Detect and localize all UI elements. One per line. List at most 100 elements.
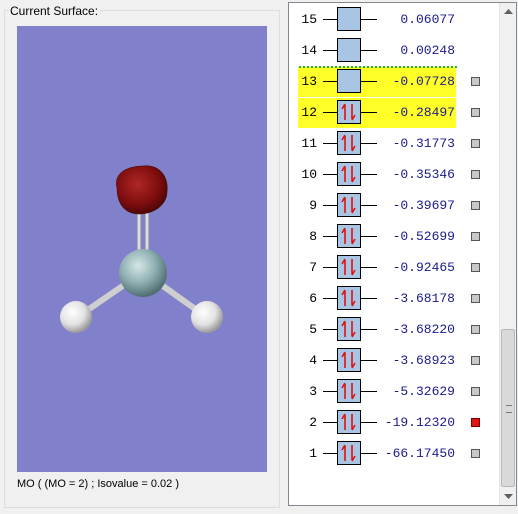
mo-level-line-left: [323, 236, 337, 237]
mo-level-line-left: [323, 112, 337, 113]
mo-index: 13: [301, 74, 317, 89]
electron-pair-icon: [341, 351, 356, 369]
mo-level-line-left: [323, 267, 337, 268]
surface-status-text: MO ( (MO = 2) ; Isovalue = 0.02 ): [17, 478, 179, 490]
electron-pair-icon: [341, 413, 356, 431]
mo-index: 2: [309, 415, 317, 430]
mo-row[interactable]: 14 0.00248: [289, 38, 499, 64]
mo-surface-checkbox[interactable]: [471, 418, 480, 427]
mo-energy: -0.28497: [392, 105, 455, 120]
mo-level-line-left: [323, 81, 337, 82]
mo-row[interactable]: 8 -0.52699: [289, 224, 499, 250]
mo-surface-checkbox[interactable]: [471, 356, 480, 365]
mo-row[interactable]: 9 -0.39697: [289, 193, 499, 219]
mo-surface-checkbox[interactable]: [471, 108, 480, 117]
mo-energy: -0.92465: [392, 260, 455, 275]
mo-surface-checkbox[interactable]: [471, 139, 480, 148]
mo-level-line-left: [323, 422, 337, 423]
occupied-orbital-box[interactable]: [337, 286, 361, 310]
mo-level-line-left: [323, 298, 337, 299]
mo-index: 1: [309, 446, 317, 461]
occupied-orbital-box[interactable]: [337, 224, 361, 248]
mo-index: 10: [301, 167, 317, 182]
occupied-orbital-box[interactable]: [337, 348, 361, 372]
mo-surface-checkbox[interactable]: [471, 325, 480, 334]
mo-row[interactable]: 11 -0.31773: [289, 131, 499, 157]
occupied-orbital-box[interactable]: [337, 441, 361, 465]
electron-pair-icon: [341, 258, 356, 276]
molecule-viewport[interactable]: [17, 26, 267, 472]
mo-level-line-left: [323, 143, 337, 144]
virtual-orbital-box[interactable]: [337, 69, 361, 93]
mo-row[interactable]: 1 -66.17450: [289, 441, 499, 467]
mo-surface-checkbox[interactable]: [471, 232, 480, 241]
mo-energy: -0.31773: [392, 136, 455, 151]
mo-index: 8: [309, 229, 317, 244]
mo-row[interactable]: 6 -3.68178: [289, 286, 499, 312]
mo-index: 12: [301, 105, 317, 120]
mo-level-line-left: [323, 50, 337, 51]
electron-pair-icon: [341, 196, 356, 214]
mo-row[interactable]: 13 -0.07728: [289, 67, 499, 97]
mo-index: 14: [301, 43, 317, 58]
electron-pair-icon: [341, 227, 356, 245]
occupied-orbital-box[interactable]: [337, 131, 361, 155]
mo-level-line-left: [323, 329, 337, 330]
mo-surface-checkbox[interactable]: [471, 201, 480, 210]
mo-list[interactable]: 15 0.06077 14 0.00248 13 -0.07728 12 -0.28497 11…: [289, 3, 499, 505]
mo-index: 15: [301, 12, 317, 27]
mo-energy: -5.32629: [392, 384, 455, 399]
current-surface-label: Current Surface:: [8, 4, 101, 18]
mo-energy: -3.68923: [392, 353, 455, 368]
mo-surface-checkbox[interactable]: [471, 449, 480, 458]
mo-index: 7: [309, 260, 317, 275]
mo-surface-checkbox[interactable]: [471, 294, 480, 303]
occupied-orbital-box[interactable]: [337, 410, 361, 434]
mo-row[interactable]: 2 -19.12320: [289, 410, 499, 436]
scroll-grip-icon: [506, 405, 512, 413]
virtual-orbital-box[interactable]: [337, 38, 361, 62]
mo-level-line-left: [323, 453, 337, 454]
scroll-thumb[interactable]: [501, 329, 515, 487]
mo-surface-checkbox[interactable]: [471, 77, 480, 86]
mo-index: 6: [309, 291, 317, 306]
mo-energy: 0.06077: [400, 12, 455, 27]
occupied-orbital-box[interactable]: [337, 379, 361, 403]
occupied-orbital-box[interactable]: [337, 193, 361, 217]
mo-row[interactable]: 5 -3.68220: [289, 317, 499, 343]
electron-pair-icon: [341, 165, 356, 183]
mo-row[interactable]: 7 -0.92465: [289, 255, 499, 281]
hydrogen-atom-left: [60, 301, 92, 333]
mo-surface-checkbox[interactable]: [471, 387, 480, 396]
arrow-up-icon: [503, 8, 513, 14]
electron-pair-icon: [341, 444, 356, 462]
mo-surface-checkbox[interactable]: [471, 263, 480, 272]
occupied-orbital-box[interactable]: [337, 255, 361, 279]
scroll-down-button[interactable]: [500, 488, 516, 505]
mo-energy: -3.68220: [392, 322, 455, 337]
mo-surface-checkbox[interactable]: [471, 170, 480, 179]
mo-row[interactable]: 12 -0.28497: [289, 98, 499, 128]
mo-index: 9: [309, 198, 317, 213]
mo-energy: -0.52699: [392, 229, 455, 244]
occupied-orbital-box[interactable]: [337, 162, 361, 186]
mo-energy: 0.00248: [400, 43, 455, 58]
mo-index: 4: [309, 353, 317, 368]
mo-energy: -66.17450: [384, 446, 455, 461]
virtual-orbital-box[interactable]: [337, 7, 361, 31]
mo-energy: -0.07728: [392, 74, 455, 89]
mo-row[interactable]: 15 0.06077: [289, 7, 499, 33]
mo-index: 3: [309, 384, 317, 399]
mo-row[interactable]: 4 -3.68923: [289, 348, 499, 374]
mo-row[interactable]: 10 -0.35346: [289, 162, 499, 188]
mo-list-scrollbar[interactable]: [499, 3, 516, 505]
electron-pair-icon: [341, 320, 356, 338]
occupied-orbital-box[interactable]: [337, 317, 361, 341]
occupied-orbital-box[interactable]: [337, 100, 361, 124]
mo-energy: -0.35346: [392, 167, 455, 182]
mo-row[interactable]: 3 -5.32629: [289, 379, 499, 405]
mo-energy: -3.68178: [392, 291, 455, 306]
scroll-up-button[interactable]: [500, 3, 516, 20]
electron-pair-icon: [341, 134, 356, 152]
mo-level-line-left: [323, 391, 337, 392]
